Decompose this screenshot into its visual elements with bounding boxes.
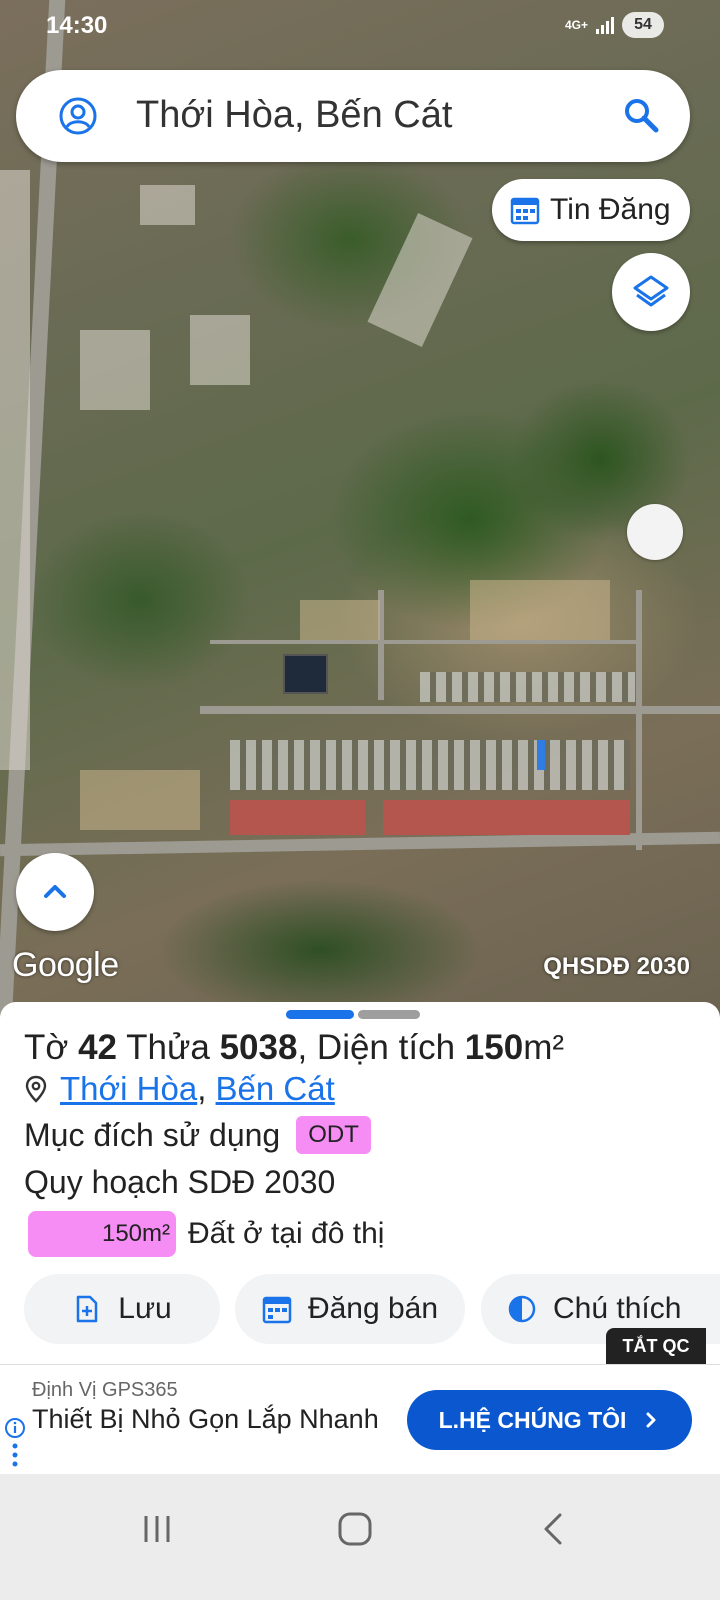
layers-icon <box>633 275 669 307</box>
calendar-icon <box>262 1296 292 1324</box>
plan-row: 150m² Đất ở tại đô thị <box>28 1211 384 1257</box>
ad-cta-button[interactable]: L.HỆ CHÚNG TÔI <box>407 1390 692 1450</box>
post-sale-button[interactable]: Đăng bán <box>235 1274 465 1344</box>
save-button[interactable]: Lưu <box>24 1274 220 1344</box>
search-query[interactable]: Thới Hòa, Bến Cát <box>136 94 452 137</box>
chevron-up-icon <box>44 885 66 898</box>
recent-apps-button[interactable] <box>132 1504 182 1554</box>
expand-button[interactable] <box>16 853 94 931</box>
land-use-badge[interactable]: ODT <box>296 1116 371 1154</box>
land-use-row: Mục đích sử dụng ODT <box>24 1116 371 1154</box>
save-label: Lưu <box>118 1292 172 1325</box>
plan-area-chip: 150m² <box>28 1211 176 1257</box>
legend-label: Chú thích <box>553 1292 682 1325</box>
parcel-info-sheet: Tờ 42 Thửa 5038, Diện tích 150m² Thới Hò… <box>0 1002 720 1364</box>
parcel-location: Thới Hòa, Bến Cát <box>24 1070 335 1108</box>
sheet-number: 42 <box>78 1028 118 1067</box>
district-link[interactable]: Bến Cát <box>216 1070 335 1107</box>
ad-cta-label: L.HỆ CHÚNG TÔI <box>438 1406 627 1433</box>
land-use-label: Mục đích sử dụng <box>24 1116 281 1153</box>
network-type: 4G+ <box>564 18 588 32</box>
signal-icon <box>596 16 614 34</box>
battery-indicator: 54 <box>622 12 664 38</box>
map-side-handle[interactable] <box>627 504 683 560</box>
plan-description: Đất ở tại đô thị <box>188 1217 385 1250</box>
sheet-page-indicator[interactable] <box>358 1010 420 1019</box>
close-ad-button[interactable]: TẮT QC <box>606 1328 706 1364</box>
listings-label: Tin Đăng <box>550 193 671 226</box>
more-vert-icon[interactable] <box>12 1443 18 1467</box>
area-value: 150 <box>464 1028 524 1067</box>
google-logo: Google <box>12 946 119 984</box>
location-pin-icon <box>25 1075 47 1103</box>
status-time: 14:30 <box>46 12 108 39</box>
plot-number: 5038 <box>219 1028 298 1067</box>
home-button[interactable] <box>330 1504 380 1554</box>
plan-title: Quy hoạch SDĐ 2030 <box>24 1164 336 1200</box>
search-icon[interactable] <box>622 96 660 134</box>
status-indicators: 4G+ 54 <box>565 12 664 38</box>
system-nav-bar <box>0 1474 720 1600</box>
search-bar[interactable]: Thới Hòa, Bến Cát <box>16 70 690 162</box>
recent-apps-icon <box>144 1516 170 1542</box>
back-button[interactable] <box>528 1504 578 1554</box>
plan-layer-label: QHSDĐ 2030 <box>543 953 690 980</box>
calendar-icon <box>510 197 540 225</box>
home-icon <box>338 1512 372 1546</box>
back-icon <box>544 1513 562 1545</box>
listings-button[interactable]: Tin Đăng <box>492 179 690 241</box>
sheet-page-indicator-active[interactable] <box>286 1010 354 1019</box>
account-icon[interactable] <box>58 96 98 136</box>
ward-link[interactable]: Thới Hòa <box>60 1070 197 1107</box>
add-file-icon <box>77 1295 98 1323</box>
ad-headline: Thiết Bị Nhỏ Gọn Lắp Nhanh <box>32 1404 379 1434</box>
info-icon[interactable] <box>4 1417 26 1439</box>
post-sale-label: Đăng bán <box>307 1292 439 1325</box>
ad-banner[interactable]: Định Vị GPS365 Thiết Bị Nhỏ Gọn Lắp Nhan… <box>0 1364 720 1474</box>
ad-source: Định Vị GPS365 <box>32 1379 178 1401</box>
layers-button[interactable] <box>612 253 690 331</box>
parcel-summary: Tờ 42 Thửa 5038, Diện tích 150m² <box>24 1028 564 1067</box>
chevron-right-icon <box>646 1412 656 1428</box>
contrast-icon <box>508 1295 536 1323</box>
